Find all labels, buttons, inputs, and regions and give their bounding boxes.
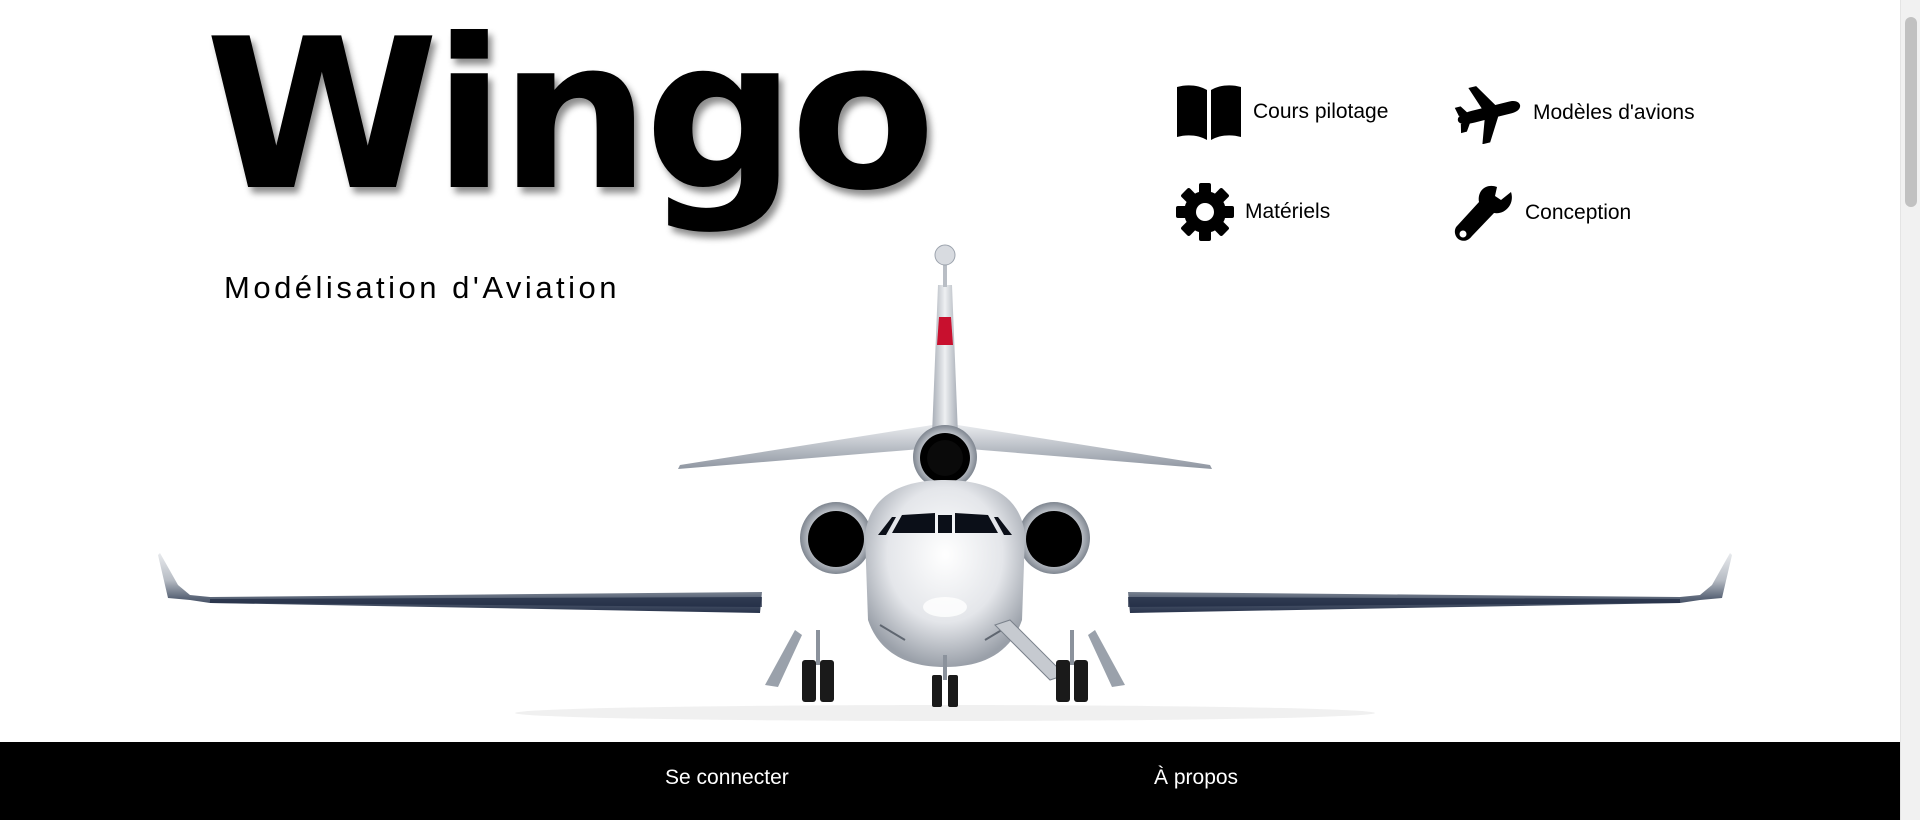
nav-label: Modèles d'avions — [1533, 101, 1695, 124]
nav-cours-pilotage[interactable]: Cours pilotage — [1175, 84, 1388, 140]
login-link[interactable]: Se connecter — [665, 766, 789, 790]
airplane-icon — [1454, 86, 1521, 144]
scrollbar-thumb[interactable] — [1905, 17, 1917, 207]
nav-label: Cours pilotage — [1253, 100, 1389, 123]
nav-label: Matériels — [1245, 200, 1331, 223]
book-icon — [1177, 85, 1241, 140]
nav-materiels[interactable]: Matériels — [1175, 182, 1330, 242]
footer-bar: Se connecter À propos — [0, 742, 1900, 820]
page: Wingo Modélisation d'Aviation Cours pilo… — [0, 0, 1900, 820]
nav-label: Conception — [1525, 201, 1632, 224]
about-link[interactable]: À propos — [1154, 766, 1238, 790]
gear-icon — [1176, 183, 1234, 241]
nav-modeles-avions[interactable]: Modèles d'avions — [1453, 82, 1695, 144]
business-jet-image — [158, 244, 1732, 721]
site-logo[interactable]: Wingo — [205, 12, 936, 220]
page-scrollbar[interactable] — [1900, 0, 1920, 820]
